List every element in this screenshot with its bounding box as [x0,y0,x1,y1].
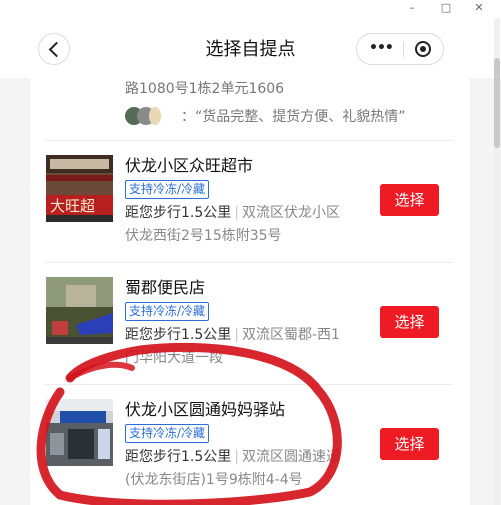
window-titlebar: – □ ✕ [0,0,501,18]
divider [45,384,453,385]
distance-text: 距您步行1.5公里 [125,205,232,221]
scrollbar-thumb[interactable] [494,58,500,148]
store-address-line1: 双流区伏龙小区 [241,205,340,221]
partial-store-address: 路1080号1栋2单元1606 [125,81,285,97]
store-photo: 大旺超 [46,155,113,222]
cold-chain-tag: 支持冷冻/冷藏 [125,424,210,443]
review-quote: ：“货品完整、提货方便、礼貌热情” [181,109,406,125]
store-address-line2: 门华阳大道一段 [125,350,223,366]
distance-text: 距您步行1.5公里 [125,449,232,465]
target-icon[interactable] [415,41,431,57]
select-button[interactable]: 选择 [380,428,439,460]
store-distance: 距您步行1.5公里 | 双流区圆通速递 [125,449,340,465]
maximize-icon[interactable]: □ [434,0,458,18]
page-header: 选择自提点 ••• [0,18,501,78]
more-dots-icon[interactable]: ••• [369,40,394,56]
store-name: 伏龙小区圆通妈妈驿站 [125,400,286,419]
store-photo [46,277,113,344]
avatar [149,107,161,125]
store-distance: 距您步行1.5公里 | 双流区伏龙小区 [125,205,340,221]
miniprogram-capsule: ••• [356,33,444,65]
scrollbar[interactable] [494,18,500,505]
capsule-divider [403,42,404,57]
store-photo [46,399,113,466]
store-distance: 距您步行1.5公里 | 双流区蜀郡-西1 [125,327,340,343]
select-button[interactable]: 选择 [380,306,439,338]
distance-text: 距您步行1.5公里 [125,327,232,343]
store-name: 蜀郡便民店 [125,278,206,297]
minimize-icon[interactable]: – [400,0,424,18]
store-card: 蜀郡便民店 支持冷冻/冷藏 距您步行1.5公里 | 双流区蜀郡-西1 门华阳大道一段… [30,262,470,382]
store-card: 伏龙小区圆通妈妈驿站 支持冷冻/冷藏 距您步行1.5公里 | 双流区圆通速递 (伏龙… [30,384,470,504]
pickup-point-list: 路1080号1栋2单元1606 ：“货品完整、提货方便、礼貌热情” 大旺超 伏龙… [30,78,470,505]
reviewer-avatars [125,107,181,125]
store-address-line1: 双流区圆通速递 [241,449,340,465]
divider [45,262,453,263]
svg-text:大旺超: 大旺超 [50,197,95,215]
divider [45,140,453,141]
select-button[interactable]: 选择 [380,184,439,216]
store-address-line2: 伏龙西街2号15栋附35号 [125,228,282,244]
store-address-line2: (伏龙东街店)1号9栋附4-4号 [125,472,303,488]
store-card: 大旺超 伏龙小区众旺超市 支持冷冻/冷藏 距您步行1.5公里 | 双流区伏龙小区 伏… [30,140,470,260]
close-icon[interactable]: ✕ [467,0,491,18]
store-name: 伏龙小区众旺超市 [125,156,254,175]
store-address-line1: 双流区蜀郡-西1 [241,327,340,343]
cold-chain-tag: 支持冷冻/冷藏 [125,180,210,199]
cold-chain-tag: 支持冷冻/冷藏 [125,302,210,321]
